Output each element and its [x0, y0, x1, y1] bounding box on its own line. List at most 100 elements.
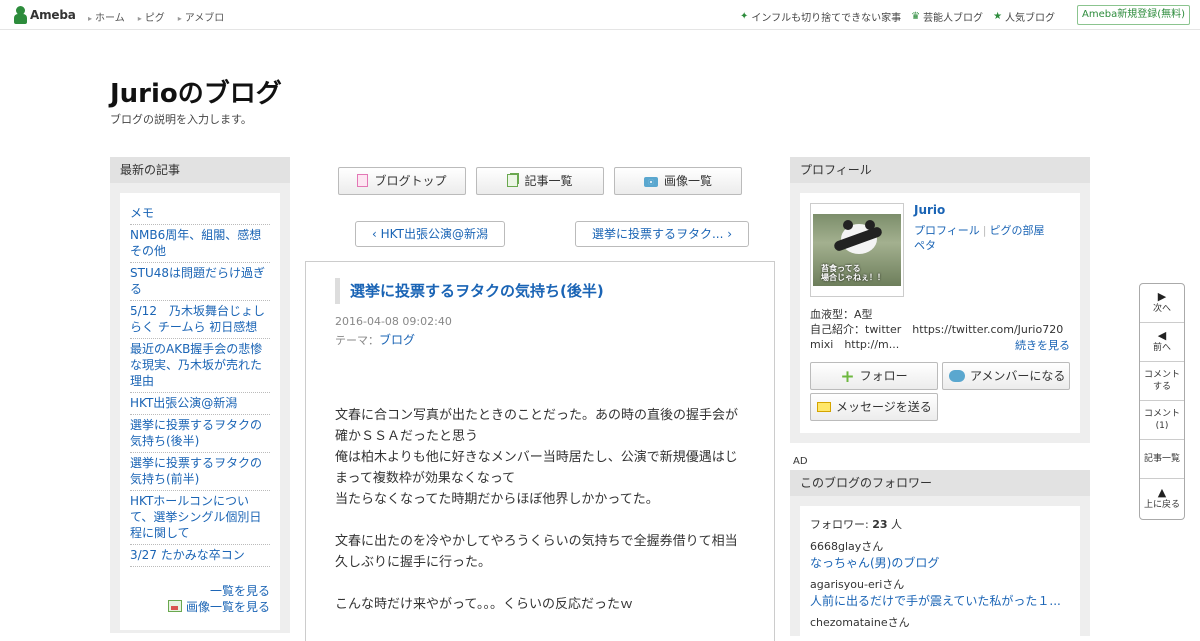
article-paragraph-text: 文春に合コン写真が出たときのことだった。あの時の直後の握手会が確かＳＳＡだったと…: [335, 408, 739, 507]
image-list-button[interactable]: 画像一覧: [614, 167, 742, 195]
profile-heading: プロフィール: [790, 157, 1090, 183]
image-list-label: 画像一覧: [663, 174, 712, 188]
sparkle-icon: ✦: [740, 11, 749, 22]
follower-item: 6668glayさん なっちゃん(男)のブログ: [810, 539, 1065, 571]
next-article-button[interactable]: 選挙に投票するヲタク... ›: [575, 221, 749, 247]
article-paragraph-text: 文春に出たのを冷やかしてやろうくらいの気持ちで全握券借りて相当久しぶりに握手に行…: [335, 534, 738, 570]
read-more-link[interactable]: 続きを見る: [1015, 337, 1070, 353]
view-image-list-link[interactable]: 画像一覧を見る: [167, 599, 270, 615]
play-right-icon: ▶: [1157, 290, 1167, 303]
recent-articles-panel: メモ NMB6周年、組閣、感想その他 STU48は問題だらけ過ぎる 5/12 乃…: [120, 193, 280, 630]
ameba-logo-icon: [14, 6, 27, 24]
article-theme-prefix: テーマ：: [335, 334, 379, 347]
avatar[interactable]: 苔食ってる 場合じゃねぇ！！: [810, 203, 904, 297]
article-paragraph: こんな時だけ来やがって。。。くらいの反応だったｗ: [335, 594, 745, 615]
article-theme-link[interactable]: ブログ: [379, 333, 415, 347]
recent-article-link[interactable]: HKT出張公演@新潟: [130, 393, 270, 415]
play-left-icon: ◀: [1157, 329, 1167, 342]
blog-top-button[interactable]: ブログトップ: [338, 167, 466, 195]
envelope-icon: [817, 402, 831, 412]
ameba-logo[interactable]: Ameba: [14, 6, 76, 24]
followers-count: フォロワー: 23 人: [810, 518, 903, 531]
next-article-label: 選挙に投票するヲタク...: [591, 227, 724, 241]
view-all-articles-link[interactable]: 一覧を見る: [168, 583, 270, 599]
camera-icon: [643, 177, 658, 187]
prev-article-label: HKT出張公演@新潟: [380, 227, 488, 241]
global-header: Ameba ホーム ピグ アメブロ ✦インフルも切り捨てできない家事 ♛芸能人ブ…: [0, 0, 1200, 30]
article-list-float-button[interactable]: 記事一覧: [1140, 440, 1184, 479]
article-title[interactable]: 選挙に投票するヲタクの気持ち(後半): [335, 278, 604, 304]
profile-name[interactable]: Jurio: [914, 203, 945, 217]
image-list-icon: [167, 600, 182, 612]
blog-top-label: ブログトップ: [374, 174, 447, 188]
article-paragraph: 文春に出たのを冷やかしてやろうくらいの気持ちで全握券借りて相当久しぶりに握手に行…: [335, 531, 745, 573]
nav-ameblo[interactable]: アメブロ: [178, 9, 225, 24]
back-to-top-button[interactable]: ▲ 上に戻る: [1140, 479, 1184, 518]
floating-nav: ▶ 次へ ◀ 前へ コメント する コメント (1) 記事一覧 ▲ 上に戻る: [1139, 283, 1185, 520]
nav-home[interactable]: ホーム: [88, 9, 125, 24]
chat-bubble-icon: [949, 370, 965, 382]
celebrity-blog-label: 芸能人ブログ: [923, 13, 984, 24]
popular-blog-link[interactable]: ★ 人気ブログ: [993, 9, 1055, 24]
amember-button[interactable]: アメンバーになる: [942, 362, 1070, 390]
recent-article-link[interactable]: STU48は問題だらけ過ぎる: [130, 263, 270, 301]
notebook-icon: [357, 174, 369, 187]
blood-type: 血液型：A型: [810, 308, 873, 321]
article-list-label: 記事一覧: [524, 174, 573, 188]
triangle-up-icon: ▲: [1157, 485, 1167, 499]
prev-article-button[interactable]: ‹ HKT出張公演@新潟: [355, 221, 505, 247]
nav-pigg[interactable]: ピグ: [138, 9, 165, 24]
next-button[interactable]: ▶ 次へ: [1140, 284, 1184, 323]
pigg-room-link[interactable]: ピグの部屋: [990, 224, 1045, 237]
article-date: 2016-04-08 09:02:40: [335, 315, 452, 328]
blog-title[interactable]: Jurioのブログ: [110, 73, 282, 110]
prev-button[interactable]: ◀ 前へ: [1140, 323, 1184, 362]
follow-button[interactable]: + フォロー: [810, 362, 938, 390]
follower-name[interactable]: agarisyou-eriさん: [810, 577, 1065, 593]
follower-blog-link[interactable]: 人前に出るだけで手が震えていた私がった１...: [810, 593, 1065, 609]
followers-heading: このブログのフォロワー: [790, 470, 1090, 496]
followers-list: 6668glayさん なっちゃん(男)のブログ agarisyou-eriさん …: [810, 539, 1065, 637]
recent-articles-heading: 最新の記事: [110, 157, 290, 183]
follower-item: agarisyou-eriさん 人前に出るだけで手が震えていた私がった１...: [810, 577, 1065, 609]
prev-label: 前へ: [1152, 343, 1171, 353]
topic-link[interactable]: ✦ インフルも切り捨てできない家事: [740, 9, 901, 24]
recent-articles-list: メモ NMB6周年、組閣、感想その他 STU48は問題だらけ過ぎる 5/12 乃…: [130, 203, 270, 567]
recent-article-link[interactable]: 選挙に投票するヲタクの気持ち(後半): [130, 415, 270, 453]
article-list-button[interactable]: 記事一覧: [476, 167, 604, 195]
view-image-list-label: 画像一覧を見る: [185, 600, 270, 614]
chevron-right-icon: ›: [723, 227, 733, 241]
recent-article-link[interactable]: 3/27 たかみな卒コン: [130, 545, 270, 567]
profile-link[interactable]: プロフィール: [914, 224, 980, 237]
plus-icon: +: [840, 367, 855, 387]
recent-article-link[interactable]: メモ: [130, 203, 270, 225]
comments-button[interactable]: コメント (1): [1140, 401, 1184, 440]
follower-blog-link[interactable]: なっちゃん(男)のブログ: [810, 555, 1065, 571]
follow-label: フォロー: [859, 369, 908, 383]
celebrity-blog-link[interactable]: ♛ 芸能人ブログ: [911, 9, 983, 24]
article-paragraph-text: こんな時だけ来やがって。。。くらいの反応だったｗ: [335, 597, 633, 612]
top-right-links: ✦ インフルも切り捨てできない家事 ♛ 芸能人ブログ ★ 人気ブログ: [740, 9, 1065, 24]
self-intro: 自己紹介：twitter https://twitter.com/Jurio72…: [810, 323, 1064, 336]
popular-blog-label: 人気ブログ: [1005, 13, 1056, 24]
recent-article-link[interactable]: 選挙に投票するヲタクの気持ち(前半): [130, 453, 270, 491]
peta-link[interactable]: ペタ: [914, 239, 936, 252]
article-list-float-label: 記事一覧: [1143, 454, 1180, 464]
recent-article-link[interactable]: NMB6周年、組閣、感想その他: [130, 225, 270, 263]
write-comment-button[interactable]: コメント する: [1140, 362, 1184, 401]
follower-name[interactable]: 6668glayさん: [810, 539, 1065, 555]
recent-article-link[interactable]: HKTホールコンについて、選挙シングル個別日程に関して: [130, 491, 270, 545]
amember-label: アメンバーになる: [970, 369, 1066, 383]
crown-icon: ♛: [911, 11, 921, 22]
recent-article-link[interactable]: 最近のAKB握手会の悲惨な現実、乃木坂が売れた理由: [130, 339, 270, 393]
star-icon: ★: [993, 11, 1003, 22]
send-message-button[interactable]: メッセージを送る: [810, 393, 938, 421]
article-theme: テーマ：ブログ: [335, 331, 415, 348]
recent-article-link[interactable]: 5/12 乃木坂舞台じょしらく チームら 初日感想: [130, 301, 270, 339]
register-button[interactable]: Ameba新規登録(無料): [1077, 5, 1190, 25]
avatar-caption: 苔食ってる 場合じゃねぇ！！: [821, 264, 885, 282]
follower-name[interactable]: chezomataineさん: [810, 615, 1065, 631]
left-footer-links: 一覧を見る 画像一覧を見る: [167, 583, 270, 615]
follower-item: chezomataineさん: [810, 615, 1065, 631]
panda-avatar-image: 苔食ってる 場合じゃねぇ！！: [813, 214, 901, 286]
